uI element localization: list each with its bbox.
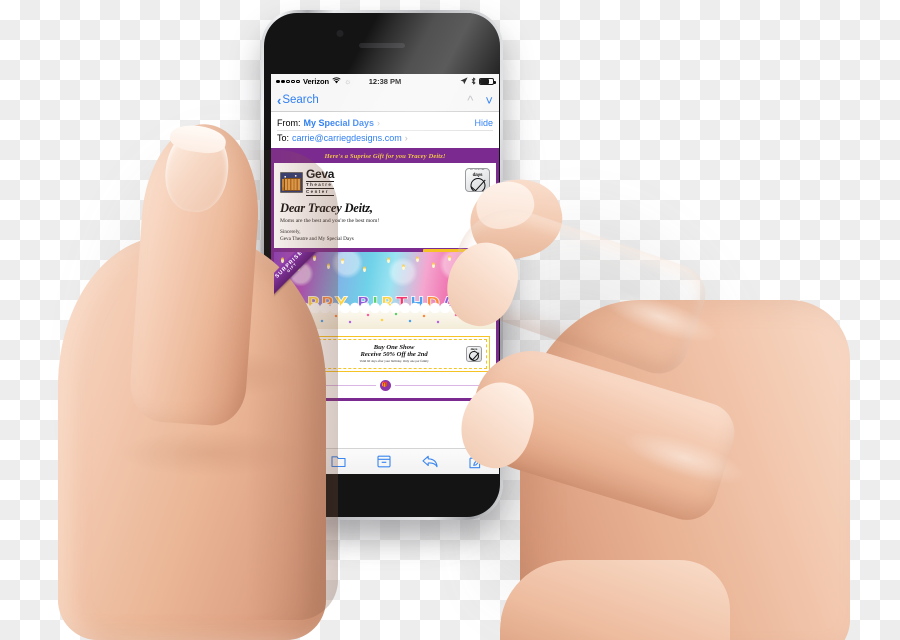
chevron-right-icon: › [404,133,408,143]
divider-line-right [394,384,486,386]
days-badge-word: days [472,172,483,178]
clock-label: 12:38 PM [368,77,402,86]
from-label: From: [277,118,301,128]
reply-icon[interactable] [422,455,438,468]
coupon-line-1: Buy One Show [373,343,415,351]
front-camera-icon [336,30,344,37]
right-hand-lower-finger [500,560,730,640]
left-hand-crease [120,430,300,476]
chevron-left-icon: ‹ [277,92,282,108]
candle-flame-icon [387,256,390,263]
archive-icon[interactable] [377,455,391,468]
location-arrow-icon [460,76,468,87]
to-row: To: carrie@carriegdesigns.com › [277,130,493,145]
battery-icon [479,78,496,85]
wifi-icon [332,77,341,86]
gift-icon: 🎁 [379,379,391,391]
from-value[interactable]: My Special Days [304,118,375,128]
spinner-icon: ☼ [343,76,352,86]
scene: Verizon ☼ 12:38 PM ‹ Search ^ ˅ From: My… [0,0,900,640]
from-row: From: My Special Days › Hide [277,116,493,130]
chevron-down-icon[interactable]: ˅ [485,94,493,107]
to-label: To: [277,133,290,143]
status-bar: Verizon ☼ 12:38 PM [271,74,499,89]
candle-flame-icon [432,261,435,268]
candle-flame-icon [402,263,405,270]
back-label: Search [282,94,319,106]
candle-flame-icon [341,257,344,264]
coupon-line-2: Receive 50% Off the 2nd [360,350,428,358]
candle-flame-icon [448,254,451,261]
to-value[interactable]: carrie@carriegdesigns.com [292,133,402,143]
hide-button[interactable]: Hide [474,118,493,128]
mail-header: From: My Special Days › Hide To: carrie@… [271,112,499,148]
chevron-up-icon[interactable]: ^ [467,94,473,107]
signal-strength-icon [276,79,300,84]
coupon-days-badge: days [466,345,482,362]
candle-flame-icon [363,265,366,272]
back-to-search-button[interactable]: ‹ Search [277,93,319,108]
candle-flame-icon [416,255,419,262]
status-bar-right [460,76,496,87]
bluetooth-icon [471,77,476,87]
chevron-right-icon: › [377,118,381,128]
coupon-fine-print: Valid 60 days after your birthday. Only … [359,359,429,364]
carrier-label: Verizon [302,77,329,86]
coupon-offer: Buy One Show Receive 50% Off the 2nd Val… [326,344,462,364]
earpiece-speaker [359,43,405,48]
navigation-bar: ‹ Search ^ ˅ [271,89,499,112]
message-nav-arrows: ^ ˅ [467,94,493,107]
